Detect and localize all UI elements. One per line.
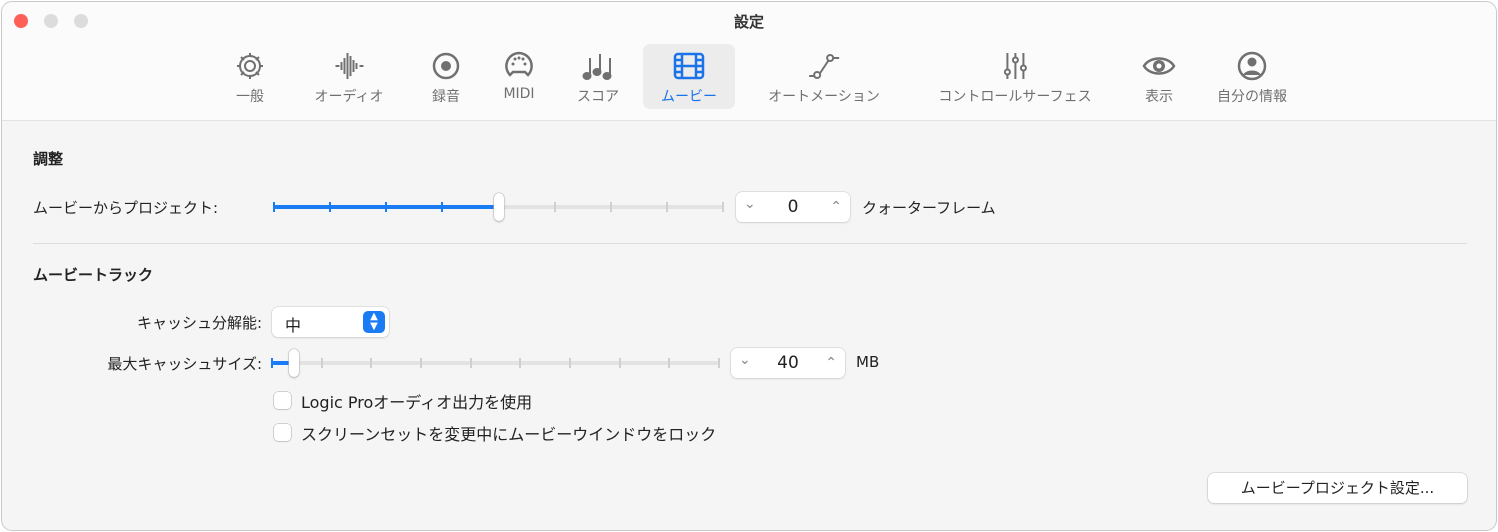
tab-display[interactable]: 表示 [1128,44,1190,109]
max-cache-size-slider[interactable] [271,349,720,377]
tab-general[interactable]: 一般 [219,44,281,109]
slider-tick [618,358,621,368]
cache-resolution-select[interactable]: 中 ▲ ▼ [272,307,389,337]
tab-label: ムービー [661,89,717,105]
slider-tick [370,358,373,368]
movie-offset-stepper[interactable]: ⌄ 0 ⌃ [736,192,850,222]
tab-label: スコア [577,89,619,105]
slider-tick [553,202,556,212]
slider-tick [665,202,668,212]
divider [33,243,1467,244]
film-icon [673,52,705,80]
waveform-icon [335,53,363,79]
tab-label: オーディオ [314,89,384,105]
chevron-up-icon[interactable]: ⌃ [825,355,837,371]
record-icon [432,52,460,80]
slider-tick [441,202,444,212]
tab-label: コントロールサーフェス [938,89,1092,105]
mb-label: MB [856,353,880,371]
updown-chevron-icon: ▲ ▼ [363,311,385,333]
movie-to-project-label: ムービーからプロジェクト: [33,199,219,217]
slider-tick [320,358,323,368]
slider-tick [273,202,275,212]
slider-tick [419,358,422,368]
slider-tick [609,202,612,212]
sliders-icon [1003,53,1027,79]
max-cache-size-label: 最大キャッシュサイズ: [107,355,262,373]
cache-size-stepper[interactable]: ⌄ 40 ⌃ [731,348,845,378]
slider-tick [668,358,671,368]
lock-movie-window-checkbox[interactable] [274,424,291,441]
slider-thumb[interactable] [289,349,300,377]
tab-label: MIDI [503,86,535,102]
slider-tick [385,202,388,212]
gear-icon [237,53,263,79]
notes-icon [582,54,612,80]
slider-tick [568,358,571,368]
slider-thumb[interactable] [493,193,504,221]
person-icon [1237,51,1267,81]
tab-my-info[interactable]: 自分の情報 [1203,44,1301,109]
slider-tick [329,202,332,212]
select-value: 中 [285,316,302,335]
tab-label: 自分の情報 [1217,89,1287,105]
slider-track [272,361,719,365]
automation-icon [808,54,839,79]
eye-icon [1142,57,1176,75]
tab-record[interactable]: 録音 [415,44,477,109]
tab-label: 表示 [1145,89,1173,105]
slider-tick [519,358,522,368]
tab-automation[interactable]: オートメーション [754,44,894,109]
tab-label: 録音 [432,89,460,105]
slider-tick [469,358,472,368]
movie-project-settings-button[interactable]: ムービープロジェクト設定... [1208,473,1467,503]
slider-tick [722,202,724,212]
use-logic-audio-checkbox[interactable] [274,392,291,409]
unit-label: クォーターフレーム [862,199,996,217]
settings-window: 設定 一般 オーディオ 録音 MIDI スコア ムービー オートメーション コン… [1,1,1497,531]
tab-label: 一般 [236,89,264,105]
checkbox-label[interactable]: スクリーンセットを変更中にムービーウインドウをロック [301,421,716,445]
window-title: 設定 [733,13,764,31]
checkbox-label[interactable]: Logic Proオーディオ出力を使用 [301,389,532,413]
tab-midi[interactable]: MIDI [488,44,550,109]
adjust-heading: 調整 [33,150,64,168]
chevron-up-icon[interactable]: ⌃ [830,199,842,215]
slider-tick [718,358,720,368]
tab-audio[interactable]: オーディオ [300,44,397,109]
cache-resolution-label: キャッシュ分解能: [136,314,262,332]
tab-label: オートメーション [768,89,880,105]
midi-port-icon [505,51,533,77]
slider-tick [271,358,273,368]
movie-to-project-slider[interactable] [273,193,724,221]
toolbar: 設定 一般 オーディオ 録音 MIDI スコア ムービー オートメーション コン… [2,2,1496,121]
tab-control-surfaces[interactable]: コントロールサーフェス [924,44,1105,109]
movie-track-heading: ムービートラック [33,266,154,284]
tab-movie[interactable]: ムービー [643,44,735,109]
tab-score[interactable]: スコア [563,44,633,109]
